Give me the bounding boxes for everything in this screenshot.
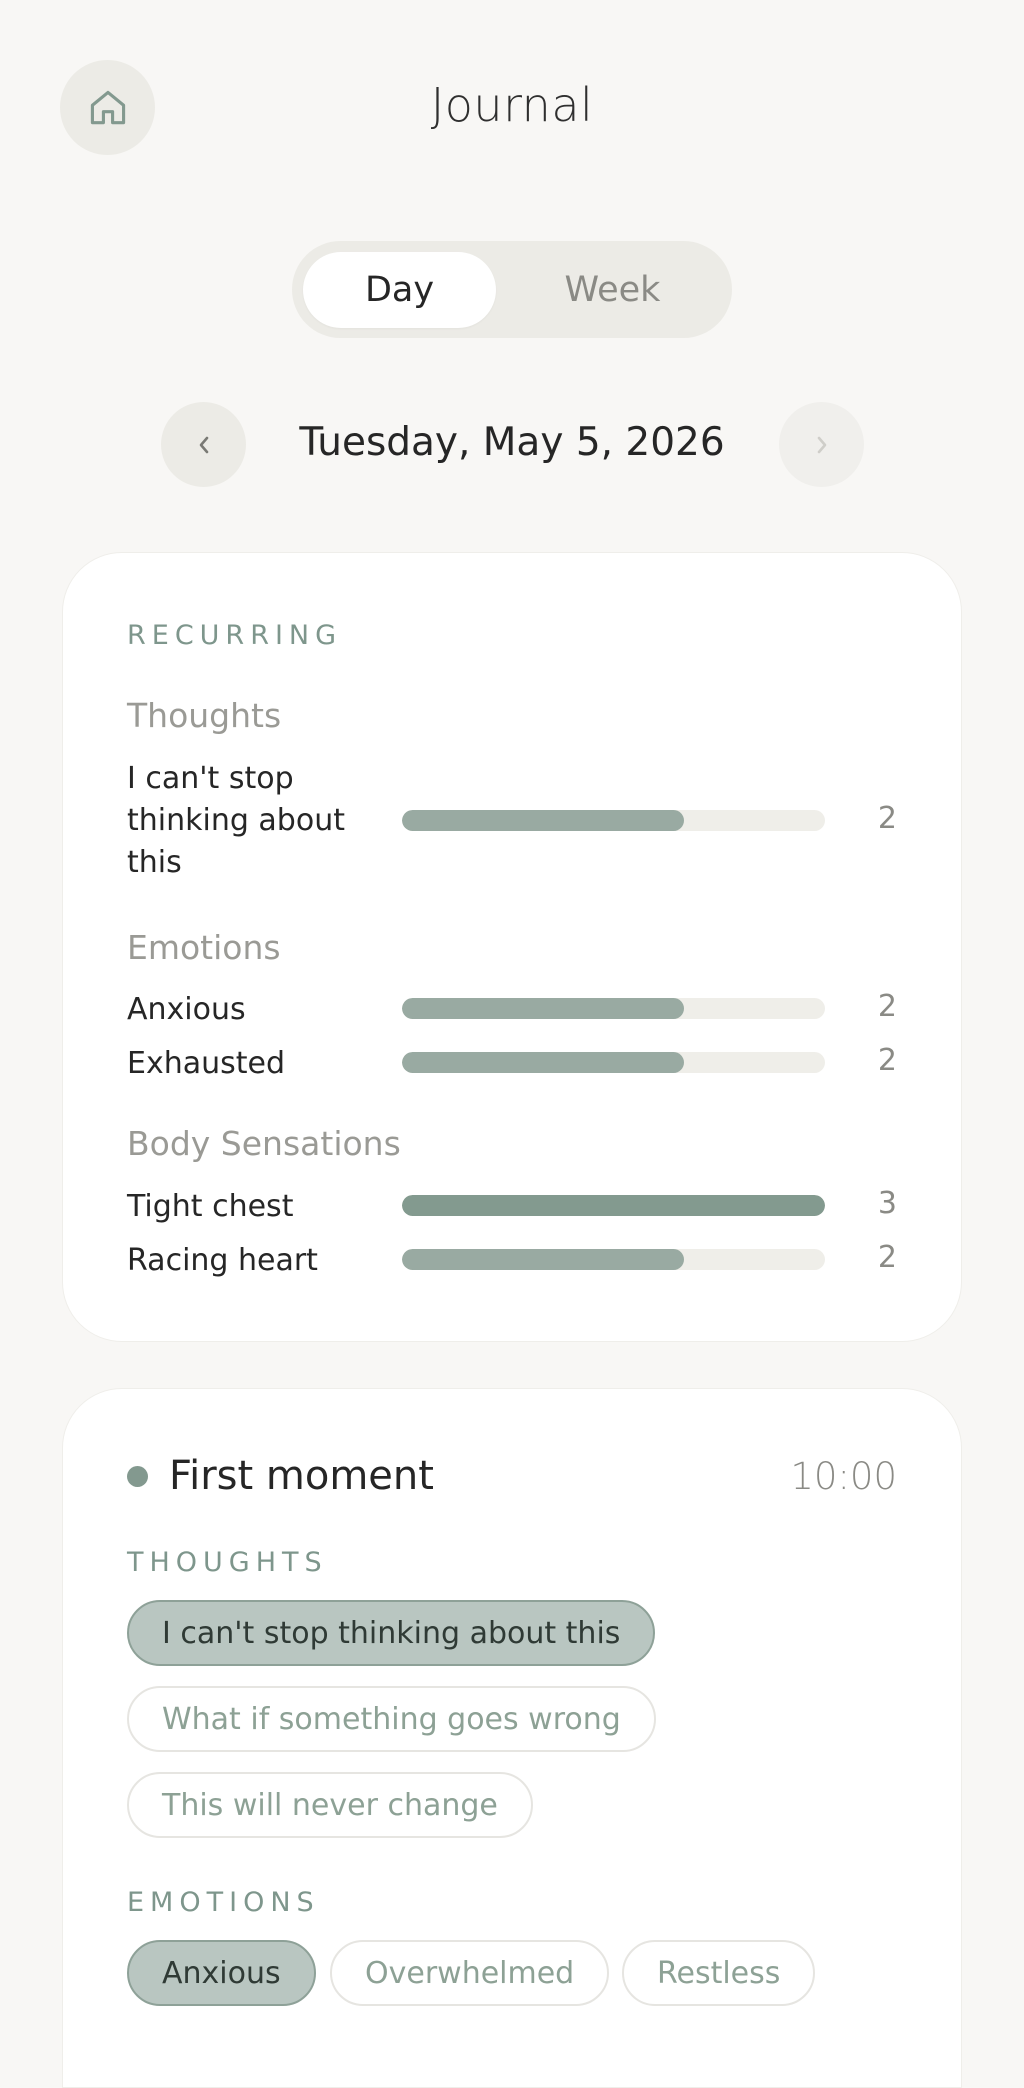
recurring-row-label: Racing heart [127, 1243, 318, 1278]
recurring-row-label: Tight chest [127, 1189, 294, 1224]
next-day-button[interactable] [779, 402, 864, 487]
moment-title: First moment [169, 1453, 434, 1499]
group-heading-body-sensations: Body Sensations [127, 1124, 401, 1163]
recurring-bar-track [402, 1195, 825, 1216]
moment-card: First moment 10:00 THOUGHTS I can't stop… [62, 1388, 962, 2088]
recurring-bar-track [402, 1052, 825, 1073]
current-date: Tuesday, May 5, 2026 [299, 420, 725, 465]
recurring-bar-track [402, 998, 825, 1019]
recurring-row-count: 3 [877, 1186, 897, 1221]
emotions-heading: EMOTIONS [127, 1887, 320, 1918]
recurring-row-label: Anxious [127, 992, 246, 1027]
thought-chip[interactable]: This will never change [127, 1772, 533, 1838]
moment-time: 10:00 [790, 1455, 897, 1498]
thoughts-heading: THOUGHTS [127, 1547, 328, 1578]
recurring-bar-fill [402, 1249, 684, 1270]
recurring-bar-fill [402, 1195, 825, 1216]
recurring-bar-fill [402, 998, 684, 1019]
recurring-bar-track [402, 1249, 825, 1270]
emotion-chip[interactable]: Restless [622, 1940, 816, 2006]
page-title: Journal [430, 78, 594, 132]
view-toggle: Day Week [292, 241, 732, 338]
emotion-chip[interactable]: Anxious [127, 1940, 316, 2006]
recurring-row-label: Exhausted [127, 1046, 286, 1081]
recurring-bar-fill [402, 810, 684, 831]
recurring-bar-fill [402, 1052, 684, 1073]
recurring-row-count: 2 [877, 1240, 897, 1275]
chevron-right-icon [817, 436, 826, 453]
recurring-row-count: 2 [877, 989, 897, 1024]
recurring-row-label: I can't stop thinking about this [127, 761, 345, 880]
recurring-row-count: 2 [877, 1043, 897, 1078]
thought-chip[interactable]: I can't stop thinking about this [127, 1600, 656, 1666]
tab-day[interactable]: Day [303, 252, 496, 328]
recurring-bar-track [402, 810, 825, 831]
thought-chip[interactable]: What if something goes wrong [127, 1686, 656, 1752]
emotion-chip[interactable]: Overwhelmed [330, 1940, 610, 2006]
group-heading-thoughts: Thoughts [127, 696, 282, 735]
tab-week[interactable]: Week [516, 252, 709, 328]
group-heading-emotions: Emotions [127, 928, 281, 967]
recurring-card: RECURRING Thoughts I can't stop thinking… [62, 552, 962, 1342]
recurring-row-count: 2 [877, 801, 897, 836]
recurring-heading: RECURRING [127, 620, 343, 651]
moment-dot [127, 1466, 148, 1487]
